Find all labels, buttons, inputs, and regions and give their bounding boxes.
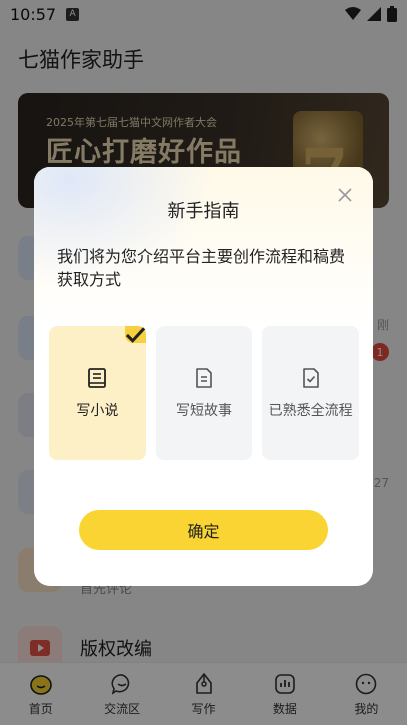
close-icon[interactable] — [335, 185, 355, 205]
option-familiar-with-process[interactable]: 已熟悉全流程 — [262, 326, 360, 460]
book-icon — [88, 368, 107, 388]
option-write-novel[interactable]: 写小说 — [49, 326, 146, 460]
dialog-description: 我们将为您介绍平台主要创作流程和稿费获取方式 — [57, 247, 346, 289]
option-label: 已熟悉全流程 — [268, 403, 353, 419]
option-label: 写小说 — [76, 403, 119, 419]
selected-check-icon — [124, 326, 146, 343]
guide-options: 写小说 写短故事 已熟悉全流程 — [49, 326, 360, 460]
option-label: 写短故事 — [176, 403, 232, 419]
beginner-guide-dialog: 新手指南 我们将为您介绍平台主要创作流程和稿费获取方式 写小说 写短故事 已熟悉… — [34, 167, 373, 586]
option-write-short-story[interactable]: 写短故事 — [155, 326, 253, 460]
dialog-title: 新手指南 — [167, 201, 240, 222]
checked-document-icon — [302, 368, 319, 388]
document-icon — [196, 368, 212, 388]
confirm-button[interactable]: 确定 — [79, 510, 328, 550]
